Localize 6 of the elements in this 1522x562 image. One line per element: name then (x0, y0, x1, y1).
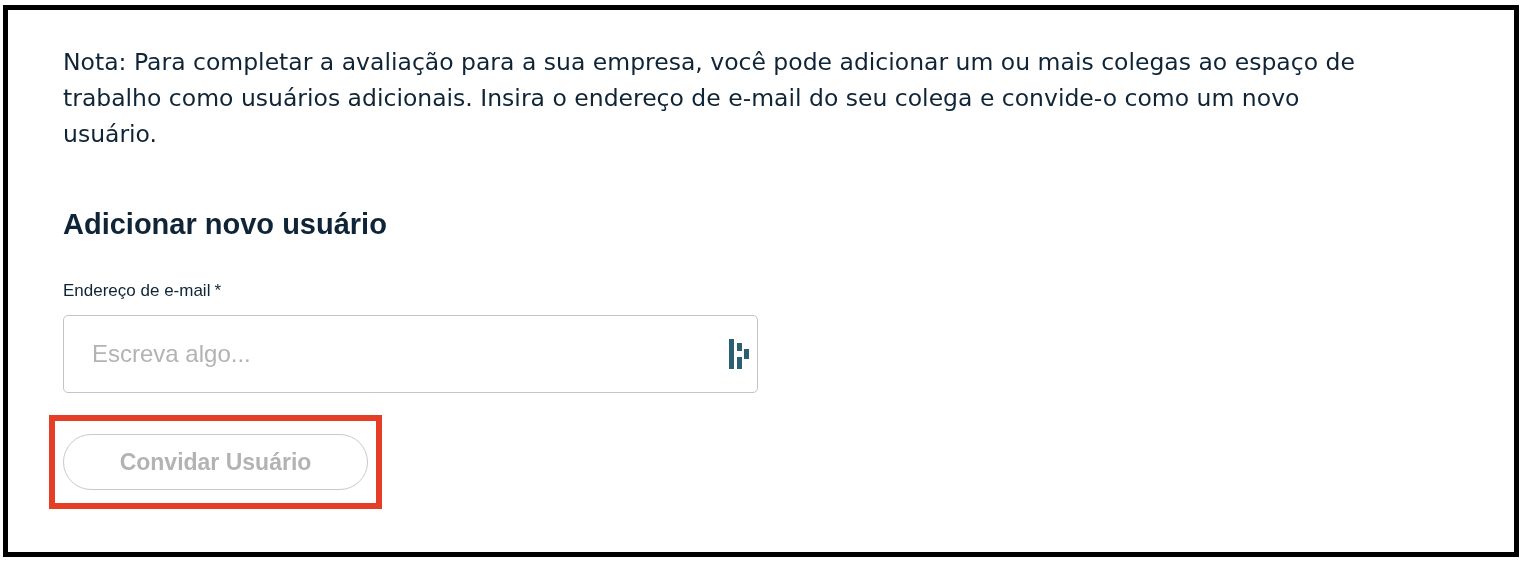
field-label: Endereço de e-mail (63, 280, 211, 302)
email-field[interactable]: Escreva algo... (63, 315, 758, 393)
required-mark: * (214, 280, 222, 302)
note-text: Nota: Para completar a avaliação para a sua empresa, você pode adicionar um ou mais colegas ao espaço de trabalho como usuários adicionais. Insira o endereço de e-mail do seu colega e convide-o como um novo usuário. (63, 47, 1356, 150)
password-manager-icon[interactable] (729, 339, 749, 369)
section-heading: Adicionar novo usuário (63, 207, 388, 242)
